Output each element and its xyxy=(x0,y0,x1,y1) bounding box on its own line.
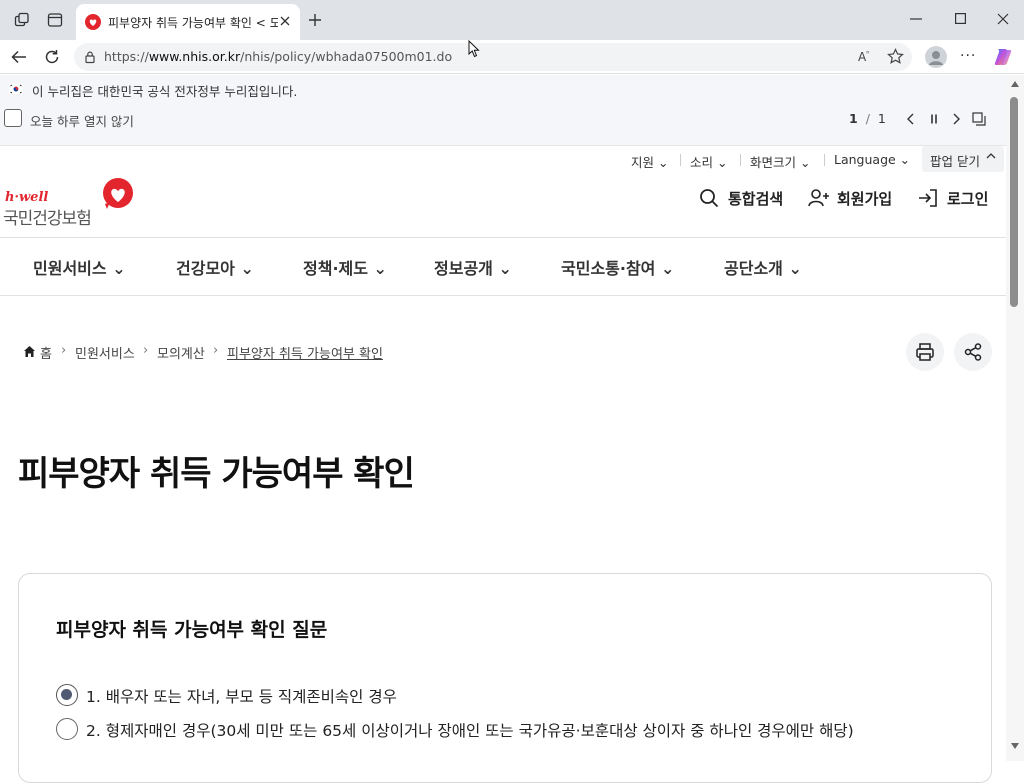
chevron-down-icon: ⌄ xyxy=(240,259,254,278)
more-menu-icon[interactable]: ··· xyxy=(960,48,976,64)
option-2-label[interactable]: 2. 형제자매인 경우(30세 미만 또는 65세 이상이거나 장애인 또는 국… xyxy=(86,719,854,741)
chevron-down-icon: ⌄ xyxy=(788,259,802,278)
chevron-right-icon: › xyxy=(213,343,219,358)
active-tab[interactable]: 피부양자 취득 가능여부 확인 < 도 xyxy=(76,4,300,40)
browser-tab-bar: 피부양자 취득 가능여부 확인 < 도 xyxy=(0,0,1024,40)
login-link[interactable]: 로그인 xyxy=(947,188,988,209)
search-icon[interactable] xyxy=(699,188,719,208)
site-logo[interactable]: h·well 국민건강보험 xyxy=(3,178,138,229)
breadcrumb-current: 피부양자 취득 가능여부 확인 xyxy=(227,347,383,362)
signup-link[interactable]: 회원가입 xyxy=(837,188,892,209)
back-icon[interactable] xyxy=(10,48,28,66)
chevron-right-icon: › xyxy=(61,343,67,358)
copilot-icon[interactable] xyxy=(992,46,1014,68)
dont-show-today-checkbox[interactable] xyxy=(4,109,22,127)
print-button[interactable] xyxy=(906,333,944,371)
popup-prev-icon[interactable] xyxy=(906,113,916,125)
breadcrumb-level2[interactable]: 모의계산 xyxy=(157,343,205,362)
popup-page-indicator: 1/1 xyxy=(849,111,886,126)
close-popup-button[interactable]: 팝업 닫기 xyxy=(922,146,1004,172)
favorite-star-icon[interactable] xyxy=(887,48,904,65)
util-screen-size[interactable]: 화면크기 ⌄ xyxy=(750,152,810,171)
util-divider xyxy=(740,154,741,166)
question-title: 피부양자 취득 가능여부 확인 질문 xyxy=(56,619,328,641)
nav-item-civil-service[interactable]: 민원서비스 ⌄ xyxy=(33,255,126,279)
logo-brand: h·well xyxy=(5,190,49,205)
chevron-right-icon: › xyxy=(143,343,149,358)
chevron-down-icon: ⌄ xyxy=(112,259,126,278)
util-divider xyxy=(824,154,825,166)
site-favicon-icon xyxy=(85,14,101,30)
minimize-icon[interactable] xyxy=(910,18,922,20)
gov-official-banner: 이 누리집은 대한민국 공식 전자정부 누리집입니다. xyxy=(0,75,1006,103)
chevron-up-icon xyxy=(986,152,996,160)
option-1-radio[interactable] xyxy=(56,684,78,706)
add-user-icon[interactable] xyxy=(808,188,830,208)
util-news[interactable]: 소리 ⌄ xyxy=(690,152,727,171)
util-support[interactable]: 지원 ⌄ xyxy=(631,152,668,171)
url-field[interactable]: https://www.nhis.or.kr/nhis/policy/wbhad… xyxy=(74,43,912,71)
workspaces-icon[interactable] xyxy=(14,12,30,28)
logo-name: 국민건강보험 xyxy=(3,209,92,229)
option-1-label[interactable]: 1. 배우자 또는 자녀, 부모 등 직계존비속인 경우 xyxy=(86,685,397,707)
site-info-icon[interactable] xyxy=(83,50,97,64)
popup-next-icon[interactable] xyxy=(951,113,961,125)
close-tab-icon[interactable] xyxy=(279,15,291,27)
tab-title: 피부양자 취득 가능여부 확인 < 도 xyxy=(108,16,278,30)
new-tab-icon[interactable] xyxy=(308,13,322,27)
question-card xyxy=(18,573,992,783)
scroll-down-icon[interactable] xyxy=(1011,743,1019,749)
login-icon[interactable] xyxy=(918,188,938,208)
page-scrollbar[interactable] xyxy=(1006,75,1024,761)
chevron-down-icon: ⌄ xyxy=(373,259,387,278)
util-language[interactable]: Language ⌄ xyxy=(834,152,910,167)
nav-item-info[interactable]: 정보공개 ⌄ xyxy=(434,255,512,279)
option-2-radio[interactable] xyxy=(56,718,78,740)
nav-item-communication[interactable]: 국민소통·참여 ⌄ xyxy=(561,255,674,279)
nav-top-divider xyxy=(0,237,1006,238)
print-icon xyxy=(915,342,935,362)
mouse-cursor-icon xyxy=(468,40,480,58)
refresh-icon[interactable] xyxy=(43,48,61,66)
close-popup-label: 팝업 닫기 xyxy=(930,154,980,169)
nav-item-health[interactable]: 건강모아 ⌄ xyxy=(176,255,254,279)
close-window-icon[interactable] xyxy=(997,13,1009,25)
home-icon[interactable] xyxy=(23,345,36,358)
chevron-down-icon: ⌄ xyxy=(660,259,675,278)
popup-list-icon[interactable] xyxy=(972,112,986,126)
breadcrumb-level1[interactable]: 민원서비스 xyxy=(75,343,135,362)
dont-show-today-label: 오늘 하루 열지 않기 xyxy=(30,114,134,129)
read-aloud-icon[interactable]: Aⁿ xyxy=(858,49,869,64)
maximize-icon[interactable] xyxy=(955,13,966,24)
popup-zone-bar: 오늘 하루 열지 않기 1/1 xyxy=(0,103,1006,146)
scroll-up-icon[interactable] xyxy=(1011,81,1019,87)
gov-banner-text: 이 누리집은 대한민국 공식 전자정부 누리집입니다. xyxy=(32,84,298,99)
scrollbar-thumb[interactable] xyxy=(1010,97,1018,307)
nav-bottom-divider xyxy=(0,295,1006,296)
logo-heart-icon xyxy=(99,178,135,212)
share-icon xyxy=(963,342,983,362)
address-bar-row: https://www.nhis.or.kr/nhis/policy/wbhad… xyxy=(0,40,1024,74)
page-title: 피부양자 취득 가능여부 확인 xyxy=(18,454,415,494)
popup-pause-icon[interactable] xyxy=(929,113,939,125)
share-button[interactable] xyxy=(954,333,992,371)
chevron-down-icon: ⌄ xyxy=(498,259,512,278)
korea-flag-icon xyxy=(9,84,23,94)
util-divider xyxy=(680,154,681,166)
nav-item-about[interactable]: 공단소개 ⌄ xyxy=(724,255,802,279)
url-text: https://www.nhis.or.kr/nhis/policy/wbhad… xyxy=(104,49,453,64)
breadcrumb-home[interactable]: 홈 xyxy=(40,343,52,362)
profile-avatar[interactable] xyxy=(925,46,947,68)
tab-actions-icon[interactable] xyxy=(47,12,63,28)
nav-item-policy[interactable]: 정책·제도 ⌄ xyxy=(303,255,387,279)
integrated-search-link[interactable]: 통합검색 xyxy=(728,188,783,209)
